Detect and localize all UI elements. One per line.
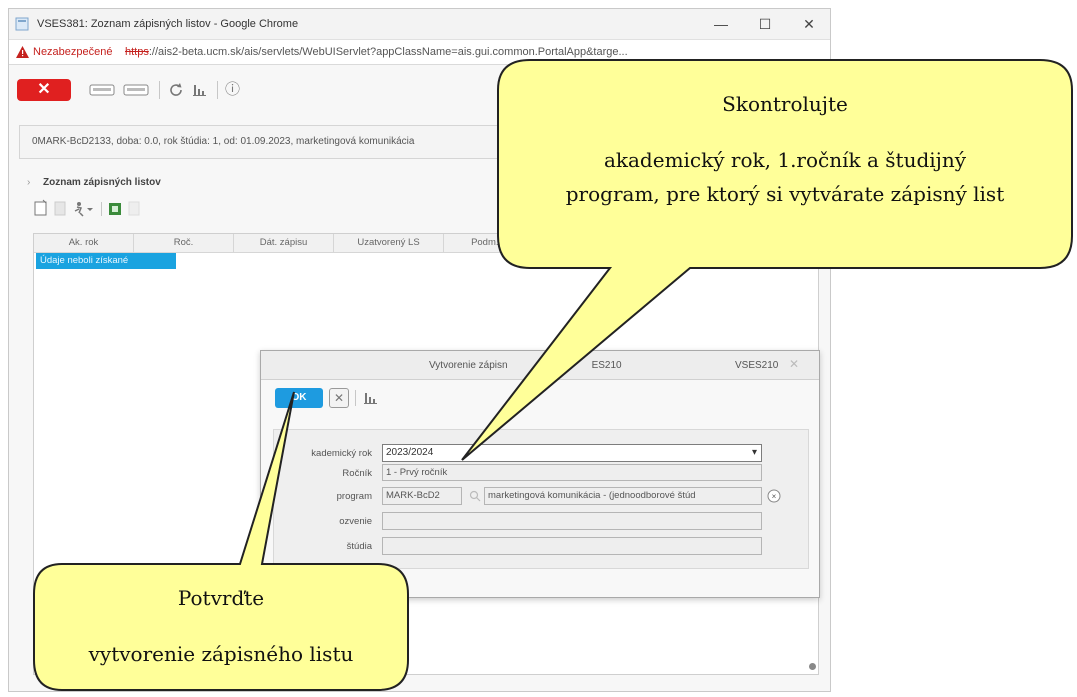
bottom-callout-line2: vytvorenie zápisného listu [88,642,354,666]
top-callout-shape [461,59,1073,461]
top-callout-line1: Skontrolujte [722,92,848,116]
top-callout-line2: akademický rok, 1.ročník a študijný [603,148,967,172]
top-callout-line3: program, pre ktorý si vytvárate zápisný … [565,182,1005,206]
bottom-callout-line1: Potvrďte [177,586,265,610]
